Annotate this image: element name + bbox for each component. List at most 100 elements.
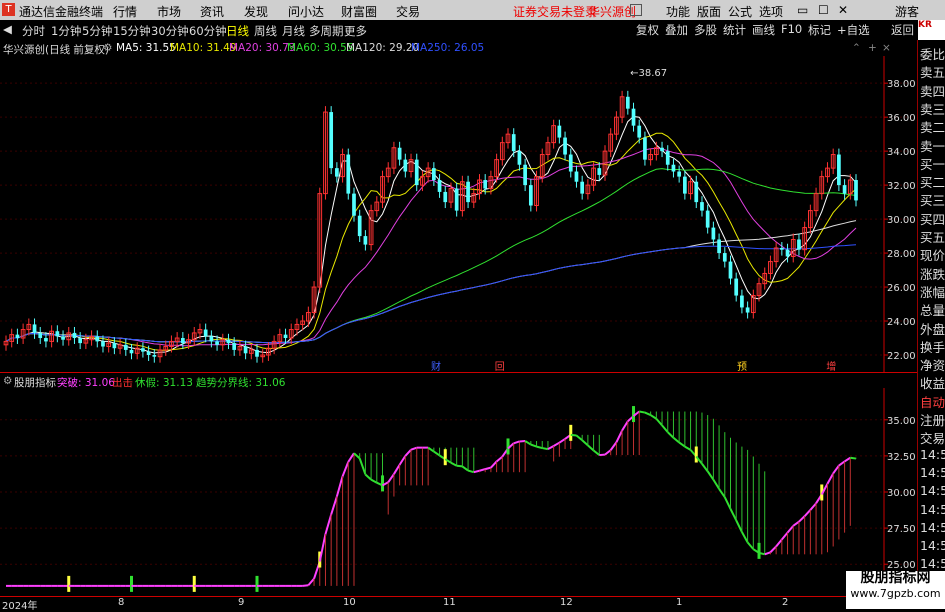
candle-body [398,148,402,160]
signal-bar [444,449,447,465]
title-bar: T 通达信金融终端 行情 市场 资讯 发现 问小达 财富圈 交易 证券交易未登录… [0,0,945,20]
candle-body [210,336,214,341]
period-1min[interactable]: 1分钟 [51,23,81,39]
indicator-line [668,432,674,438]
close-icon[interactable]: ✕ [838,3,848,17]
y-tick-label: 38.00 [887,79,915,90]
add-indicator-icon[interactable]: + [868,42,877,54]
sidebar-item[interactable]: 卖二 [920,117,945,136]
btn-adjust[interactable]: 复权 [636,22,659,38]
period-daily[interactable]: 日线 [226,23,249,39]
collapse-icon[interactable]: ⌃ [852,42,861,54]
sidebar-item[interactable]: 14:5 [920,538,945,553]
indicator-line [548,446,554,449]
period-tick[interactable]: 分时 [22,23,45,39]
sidebar-item[interactable]: 卖五 [920,62,945,81]
settings-gear-icon[interactable]: ⚙ [103,42,112,54]
candle-body [358,216,362,236]
watermark-url: www.7gpzb.com [846,586,945,601]
menu-formula[interactable]: 公式 [728,3,752,20]
period-multi[interactable]: 多周期 [309,23,344,39]
menu-news[interactable]: 资讯 [200,3,224,20]
period-15min[interactable]: 15分钟 [113,23,151,39]
panel-close-icon[interactable]: × [882,42,891,54]
sidebar-item[interactable]: 14:5 [920,465,945,480]
btn-mark[interactable]: 标记 [808,22,831,38]
btn-overlay[interactable]: 叠加 [665,22,688,38]
btn-multistock[interactable]: 多股 [694,22,717,38]
sidebar-item[interactable]: 买四 [920,209,945,228]
btn-stats[interactable]: 统计 [723,22,746,38]
candle-body [837,155,841,186]
toolbar-toggle-icon[interactable]: ◀ [3,22,12,36]
sidebar-item[interactable]: 卖一 [920,136,945,155]
btn-f10[interactable]: F10 [781,22,802,36]
sidebar-item[interactable]: 注册 [920,410,945,429]
minimize-icon[interactable]: ▭ [797,3,808,17]
indicator-line [651,415,657,419]
menu-layout[interactable]: 版面 [697,3,721,20]
candle-body [443,192,447,202]
indicator-line [531,445,537,447]
menu-trade[interactable]: 交易 [396,3,420,20]
period-weekly[interactable]: 周线 [254,23,277,39]
sidebar-item[interactable]: 14:5 [920,502,945,517]
sidebar-item[interactable]: 买一 [920,154,945,173]
sidebar-item[interactable]: 现价 [920,245,945,264]
menu-quotes[interactable]: 行情 [113,3,137,20]
sidebar-item[interactable]: 买五 [920,227,945,246]
indicator-line [428,448,434,452]
menu-function[interactable]: 功能 [666,3,690,20]
sidebar-item[interactable]: 总量 [920,300,945,319]
sidebar-item[interactable]: 卖四 [920,81,945,100]
candle-body [843,185,847,193]
indicator-line [759,553,765,554]
sidebar-item[interactable]: 买二 [920,172,945,191]
menu-discover[interactable]: 发现 [244,3,268,20]
sidebar-item[interactable]: 净资 [920,355,945,374]
candlestick-chart[interactable]: 38.0036.0034.0032.0030.0028.0026.0024.00… [0,56,915,372]
login-notice[interactable]: 证券交易未登录 [513,3,597,20]
menu-market[interactable]: 市场 [157,3,181,20]
sidebar-item[interactable]: 卖三 [920,99,945,118]
sidebar-item[interactable]: 委比 [920,44,945,63]
menu-options[interactable]: 选项 [759,3,783,20]
y-tick-label: 30.00 [887,488,915,499]
indicator-chart[interactable]: 35.0032.5030.0027.5025.00 [0,388,915,596]
candle-body [529,185,533,205]
indicator-line [662,425,668,432]
sidebar-item[interactable]: 涨跌 [920,264,945,283]
sidebar-item[interactable]: 买三 [920,190,945,209]
menu-ask[interactable]: 问小达 [288,3,324,20]
x-tick-label: 11 [443,597,456,608]
lock-icon[interactable] [630,4,642,16]
candle-body [694,182,698,202]
sidebar-item[interactable]: 自动 [920,392,945,411]
sidebar-item[interactable]: 14:5 [920,520,945,535]
sidebar-item[interactable]: 涨幅 [920,282,945,301]
sidebar-item[interactable]: 14:5 [920,483,945,498]
period-5min[interactable]: 5分钟 [82,23,112,39]
sidebar-item[interactable]: 外盘 [920,319,945,338]
period-30min[interactable]: 30分钟 [151,23,189,39]
indicator-line [303,585,309,586]
period-monthly[interactable]: 月线 [282,23,305,39]
btn-add-watchlist[interactable]: +自选 [837,22,870,38]
sidebar-item[interactable]: 14:5 [920,447,945,462]
sidebar-item[interactable]: 交易 [920,428,945,447]
menu-wealth[interactable]: 财富圈 [341,3,377,20]
sidebar-item[interactable]: 收益 [920,373,945,392]
guest-label[interactable]: 游客 [895,3,919,20]
btn-back[interactable]: 返回 [891,22,914,38]
indicator-line [325,514,331,534]
candle-body [569,155,573,172]
btn-draw[interactable]: 画线 [752,22,775,38]
maximize-icon[interactable]: ☐ [818,3,829,17]
indicator-line [810,503,816,510]
candle-body [181,338,185,343]
y-tick-label: 28.00 [887,249,915,260]
period-more[interactable]: 更多 [344,23,367,39]
sidebar-item[interactable]: 换手 [920,337,945,356]
period-60min[interactable]: 60分钟 [189,23,227,39]
indicator-gear-icon[interactable]: ⚙ [3,375,12,387]
